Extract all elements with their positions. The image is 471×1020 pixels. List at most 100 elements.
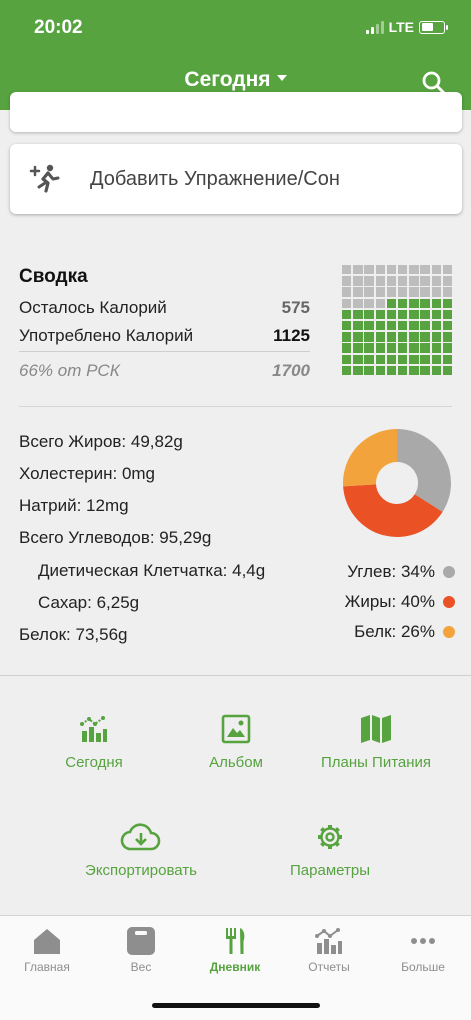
calories-remaining-label: Осталось Калорий [19,298,167,317]
shortcut-settings-label: Параметры [290,862,370,879]
legend-fat: Жиры: 40% [345,592,455,612]
shortcut-export[interactable]: Экспортировать [70,822,212,879]
calorie-grid-cell [442,332,453,342]
page-title: Сегодня [184,68,271,91]
calorie-grid-cell [397,343,408,353]
section-divider-2 [0,675,471,676]
calorie-grid-cell [342,265,352,275]
network-label: LTE [388,19,414,35]
shortcut-meal-plans[interactable]: Планы Питания [310,714,442,771]
calorie-grid-cell [431,320,441,331]
add-exercise-button[interactable]: Добавить Упражнение/Сон [10,144,462,214]
calorie-grid-cell [364,332,374,342]
calorie-grid-cell [353,298,363,308]
shortcut-meal-plans-label: Планы Питания [320,754,432,771]
protein: Белок: 73,56g [19,625,128,644]
tab-home[interactable]: Главная [7,926,87,974]
calorie-grid-cell [386,276,397,286]
calorie-grid-cell [431,354,441,364]
scale-icon [127,927,155,955]
shortcut-export-label: Экспортировать [85,862,197,879]
sodium: Натрий: 12mg [19,496,129,515]
status-icons: LTE [365,19,448,35]
calories-consumed-row: Употреблено Калорий 1125 [19,326,310,346]
tab-weight[interactable]: Вес [101,926,181,974]
food-card[interactable] [10,92,462,132]
calorie-grid-cell [353,265,363,275]
tab-more-label: Больше [401,960,445,974]
map-icon [361,715,391,743]
calorie-grid-cell [431,298,441,308]
legend-carbs-label: Углев: 34% [347,562,435,581]
calorie-grid-cell [386,354,397,364]
tab-reports[interactable]: Отчеты [289,926,369,974]
calorie-grid-cell [409,332,419,342]
calorie-grid-cell [397,320,408,331]
calorie-grid-cell [364,287,374,297]
calorie-grid-cell [375,298,385,308]
calorie-grid-cell [364,343,374,353]
calorie-grid-cell [442,320,453,331]
fork-knife-icon [226,928,245,954]
shortcut-settings[interactable]: Параметры [270,822,390,879]
shortcut-album-label: Альбом [209,754,263,771]
calorie-grid-cell [353,332,363,342]
tab-diary[interactable]: Дневник [195,926,275,974]
album-icon [221,714,251,744]
tab-weight-label: Вес [130,960,152,974]
calorie-grid-cell [442,343,453,353]
battery-icon [419,20,448,34]
calorie-grid-cell [386,287,397,297]
calorie-grid-cell [442,365,453,376]
calorie-grid-cell [409,365,419,376]
calories-remaining-value: 575 [281,298,310,317]
shortcut-today[interactable]: Сегодня [38,714,150,771]
date-selector[interactable]: Сегодня [0,68,471,92]
calorie-grid-cell [431,287,441,297]
reports-chart-icon [315,928,342,954]
calorie-grid-cell [353,343,363,353]
calorie-grid-cell [364,265,374,275]
home-indicator [152,1003,320,1008]
calorie-grid-cell [420,365,430,376]
calorie-grid-cell [420,287,430,297]
calorie-grid-cell [364,320,374,331]
calorie-grid-cell [420,265,430,275]
calorie-grid-cell [375,309,385,320]
calorie-grid-cell [420,298,430,308]
cholesterol: Холестерин: 0mg [19,464,156,483]
calorie-grid-cell [431,343,441,353]
calorie-grid-cell [364,365,374,376]
calorie-grid-cell [431,332,441,342]
calories-consumed-value: 1125 [273,326,310,345]
exercise-icon [29,164,60,193]
calorie-grid-cell [375,276,385,286]
tab-more[interactable]: Больше [383,926,463,974]
calorie-grid-cell [353,365,363,376]
calorie-grid-cell [409,265,419,275]
calorie-grid-cell [342,354,352,364]
home-icon [34,929,60,954]
signal-icon [365,20,384,34]
rsk-value: 1700 [272,361,310,380]
calorie-grid-cell [442,354,453,364]
calorie-grid-cell [375,354,385,364]
calorie-grid-cell [342,309,352,320]
calorie-grid-cell [420,320,430,331]
calorie-grid-cell [375,265,385,275]
calorie-grid-cell [409,354,419,364]
calories-consumed-label: Употреблено Калорий [19,326,194,345]
calorie-grid-cell [409,287,419,297]
caret-down-icon [276,75,287,82]
calorie-grid-cell [442,265,453,275]
calorie-grid-cell [397,298,408,308]
shortcut-album[interactable]: Альбом [180,714,292,771]
add-exercise-label: Добавить Упражнение/Сон [90,167,340,190]
calorie-grid-cell [420,354,430,364]
calorie-grid-cell [342,287,352,297]
calorie-grid-cell [386,265,397,275]
calorie-grid-cell [342,343,352,353]
cloud-download-icon [120,823,161,851]
calorie-grid-cell [442,276,453,286]
calorie-grid-cell [397,309,408,320]
